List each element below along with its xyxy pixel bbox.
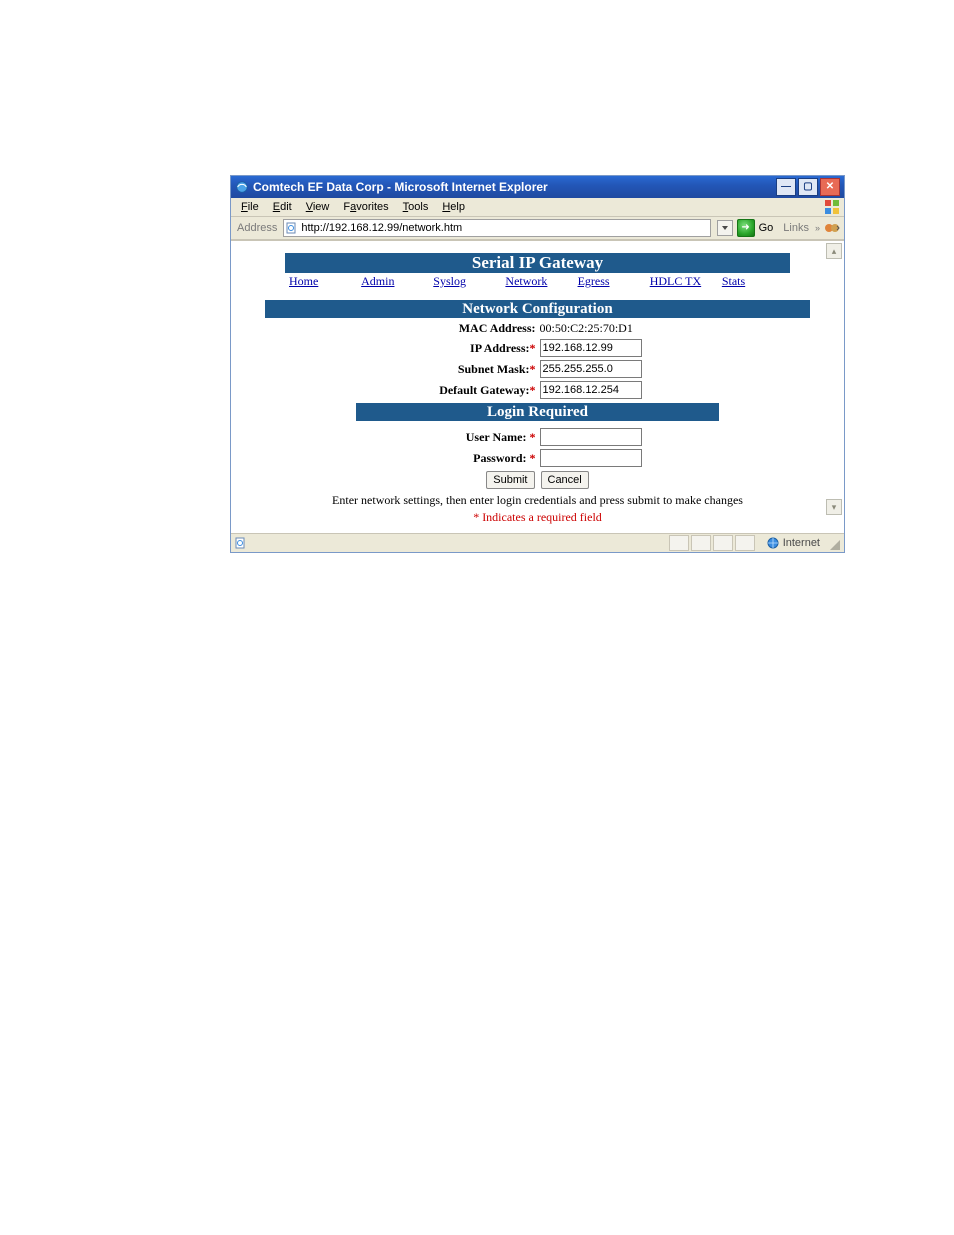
scrollbar-down[interactable]: ▾ bbox=[826, 499, 842, 515]
nav-tabs: Home Admin Syslog Network Egress HDLC TX… bbox=[285, 273, 790, 290]
menubar: File Edit View Favorites Tools Help bbox=[231, 198, 844, 217]
username-required-asterisk: * bbox=[530, 430, 536, 444]
window-title: Comtech EF Data Corp - Microsoft Interne… bbox=[253, 180, 776, 194]
password-label: Password: bbox=[473, 451, 526, 465]
titlebar: Comtech EF Data Corp - Microsoft Interne… bbox=[231, 176, 844, 198]
password-input[interactable] bbox=[540, 449, 642, 467]
content-area: ▴ Serial IP Gateway Home Admin Syslog Ne… bbox=[231, 240, 844, 533]
address-url[interactable]: http://192.168.12.99/network.htm bbox=[301, 222, 707, 234]
menu-view[interactable]: View bbox=[300, 200, 336, 214]
mac-value: 00:50:C2:25:70:D1 bbox=[540, 321, 633, 335]
gateway-label: Default Gateway: bbox=[439, 383, 529, 397]
zone-label: Internet bbox=[783, 537, 820, 549]
gateway-required-asterisk: * bbox=[530, 383, 536, 397]
statusbar-pane bbox=[713, 535, 733, 551]
row-gateway: Default Gateway:* bbox=[245, 381, 830, 399]
section-banner: Network Configuration bbox=[265, 300, 810, 318]
page-icon bbox=[286, 222, 298, 234]
instruction-note: Enter network settings, then enter login… bbox=[245, 493, 830, 508]
required-note: * Indicates a required field bbox=[245, 510, 830, 525]
statusbar: Internet bbox=[231, 533, 844, 552]
page-title-banner: Serial IP Gateway bbox=[285, 253, 790, 273]
password-required-asterisk: * bbox=[530, 451, 536, 465]
row-mask: Subnet Mask:* bbox=[245, 360, 830, 378]
mask-input[interactable] bbox=[540, 360, 642, 378]
menu-favorites[interactable]: Favorites bbox=[337, 200, 394, 214]
row-username: User Name: * bbox=[245, 428, 830, 446]
tab-network[interactable]: Network bbox=[501, 273, 573, 290]
ip-input[interactable] bbox=[540, 339, 642, 357]
resize-grip[interactable] bbox=[826, 536, 840, 550]
address-bar: Address http://192.168.12.99/network.htm… bbox=[231, 217, 844, 240]
row-password: Password: * bbox=[245, 449, 830, 467]
statusbar-pane bbox=[735, 535, 755, 551]
submit-button[interactable]: Submit bbox=[486, 471, 534, 489]
tab-syslog[interactable]: Syslog bbox=[429, 273, 501, 290]
address-field-wrap: http://192.168.12.99/network.htm bbox=[283, 219, 710, 237]
tab-stats[interactable]: Stats bbox=[718, 273, 790, 290]
go-button[interactable]: ➜ bbox=[737, 219, 755, 237]
statusbar-panes bbox=[669, 535, 755, 551]
windows-logo-icon bbox=[824, 199, 840, 215]
address-label: Address bbox=[235, 222, 279, 234]
mac-label: MAC Address: bbox=[459, 321, 536, 335]
username-label: User Name: bbox=[466, 430, 527, 444]
gateway-input[interactable] bbox=[540, 381, 642, 399]
tab-admin[interactable]: Admin bbox=[357, 273, 429, 290]
toolbar-settings-icon[interactable] bbox=[824, 220, 840, 236]
statusbar-pane bbox=[691, 535, 711, 551]
internet-zone-icon bbox=[767, 537, 779, 549]
mask-label: Subnet Mask: bbox=[458, 362, 530, 376]
menu-help[interactable]: Help bbox=[436, 200, 471, 214]
maximize-button[interactable]: ▢ bbox=[798, 178, 818, 196]
statusbar-page-icon bbox=[235, 537, 247, 549]
scrollbar-up[interactable]: ▴ bbox=[826, 243, 842, 259]
username-input[interactable] bbox=[540, 428, 642, 446]
row-mac: MAC Address: 00:50:C2:25:70:D1 bbox=[245, 321, 830, 336]
page-content: Serial IP Gateway Home Admin Syslog Netw… bbox=[235, 253, 840, 529]
ip-label: IP Address: bbox=[470, 341, 529, 355]
mask-required-asterisk: * bbox=[530, 362, 536, 376]
menu-edit[interactable]: Edit bbox=[267, 200, 298, 214]
go-label: Go bbox=[759, 222, 778, 234]
links-label[interactable]: Links bbox=[781, 222, 811, 234]
links-chevron-icon: » bbox=[815, 223, 820, 233]
statusbar-pane bbox=[669, 535, 689, 551]
row-ip: IP Address:* bbox=[245, 339, 830, 357]
minimize-button[interactable]: — bbox=[776, 178, 796, 196]
tab-egress[interactable]: Egress bbox=[574, 273, 646, 290]
login-banner: Login Required bbox=[356, 403, 719, 421]
ie-icon bbox=[235, 180, 249, 194]
ip-required-asterisk: * bbox=[530, 341, 536, 355]
tab-home[interactable]: Home bbox=[285, 273, 357, 290]
address-dropdown[interactable] bbox=[717, 220, 733, 236]
close-button[interactable]: ✕ bbox=[820, 178, 840, 196]
cancel-button[interactable]: Cancel bbox=[541, 471, 589, 489]
menu-tools[interactable]: Tools bbox=[397, 200, 435, 214]
browser-window: Comtech EF Data Corp - Microsoft Interne… bbox=[230, 175, 845, 553]
tab-hdlctx[interactable]: HDLC TX bbox=[646, 273, 718, 290]
menu-file[interactable]: File bbox=[235, 200, 265, 214]
